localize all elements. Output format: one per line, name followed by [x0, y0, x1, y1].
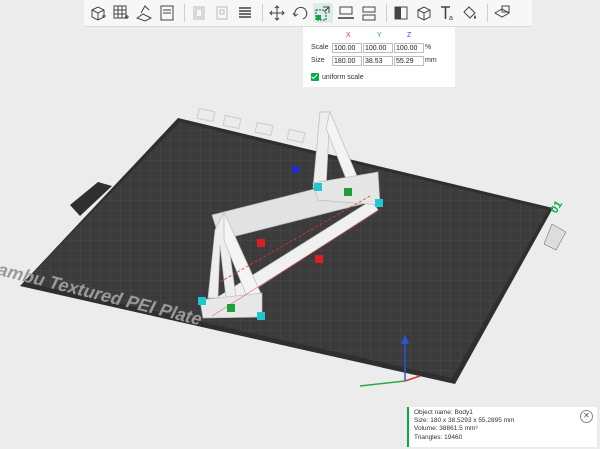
scale-corner-2[interactable]	[257, 312, 265, 320]
scale-panel: X Y Z Scale % Size mm uniform scale	[303, 27, 455, 87]
scale-handle-x-neg[interactable]	[257, 239, 265, 247]
uniform-scale-checkbox[interactable]	[311, 73, 319, 81]
plate-settings-button[interactable]	[157, 3, 177, 23]
copy-icon	[193, 6, 205, 20]
object-volume: Volume: 38861.5 mm³	[414, 425, 478, 433]
text-button[interactable]: a	[437, 3, 457, 23]
assembly-button[interactable]	[492, 3, 512, 23]
lay-face-icon	[338, 6, 354, 19]
uniform-scale-label: uniform scale	[322, 73, 364, 81]
plate-number[interactable]: 01	[548, 199, 565, 216]
layers-button[interactable]	[235, 3, 255, 23]
object-triangles: Triangles: 19460	[414, 433, 463, 441]
scale-label: Scale	[311, 44, 329, 51]
size-z-input[interactable]	[394, 56, 424, 66]
svg-text:a: a	[449, 15, 453, 22]
size-y-input[interactable]	[363, 56, 393, 66]
toolbar-separator	[262, 4, 263, 22]
scale-z-input[interactable]	[394, 43, 424, 53]
close-icon[interactable]: ✕	[580, 410, 593, 423]
axis-y-label: Y	[377, 32, 382, 39]
grid-icon	[113, 5, 129, 19]
cut-button[interactable]	[359, 3, 379, 23]
cut-icon	[362, 6, 376, 21]
add-object-button[interactable]	[88, 3, 108, 23]
move-icon	[269, 5, 285, 21]
scale-handle-y-neg[interactable]	[227, 304, 235, 312]
object-name: Object name: Body1	[414, 409, 473, 416]
scale-handle-z[interactable]	[292, 166, 299, 173]
scale-icon	[315, 6, 330, 21]
cube-icon	[417, 6, 431, 21]
scale-handle-x-pos[interactable]	[315, 255, 323, 263]
plate-icon	[160, 5, 174, 21]
color-paint-button[interactable]	[460, 3, 480, 23]
paint-bucket-icon	[463, 6, 476, 19]
rotate-icon	[292, 6, 308, 20]
rotate-button[interactable]	[290, 3, 310, 23]
paste-icon	[216, 6, 228, 20]
scale-y-input[interactable]	[363, 43, 393, 53]
boolean-icon	[394, 6, 408, 20]
size-label: Size	[311, 57, 325, 64]
scale-unit: %	[425, 44, 432, 51]
text-icon: a	[441, 6, 453, 22]
toolbar-separator	[386, 4, 387, 22]
toolbar-separator	[184, 4, 185, 22]
copy-button[interactable]	[189, 3, 209, 23]
arrange-button[interactable]	[111, 3, 131, 23]
scale-handle-y-pos[interactable]	[344, 188, 352, 196]
plate-grid	[24, 122, 548, 378]
cube-plus-icon	[91, 6, 106, 21]
scale-corner-1[interactable]	[198, 297, 206, 305]
scale-x-input[interactable]	[332, 43, 362, 53]
move-button[interactable]	[267, 3, 287, 23]
lay-on-face-button[interactable]	[336, 3, 356, 23]
auto-orient-button[interactable]	[134, 3, 154, 23]
orient-icon	[135, 5, 153, 22]
viewport-3d[interactable]: Bambu Textured PEI Plate 01	[0, 0, 600, 449]
layers-icon	[239, 7, 251, 18]
paste-button[interactable]	[212, 3, 232, 23]
main-toolbar: a	[84, 0, 532, 27]
toolbar-separator	[487, 4, 488, 22]
assembly-icon	[493, 5, 511, 18]
axis-z-label: Z	[407, 32, 412, 39]
support-paint-button[interactable]	[414, 3, 434, 23]
size-unit: mm	[425, 57, 437, 64]
plate-handle-right	[543, 223, 567, 251]
axis-x-label: X	[346, 32, 351, 39]
object-info-panel: Object name: Body1 Size: 180 x 38.5293 x…	[407, 407, 597, 447]
scale-button[interactable]	[313, 3, 333, 23]
size-x-input[interactable]	[332, 56, 362, 66]
scale-corner-3[interactable]	[314, 183, 322, 191]
object-size: Size: 180 x 38.5293 x 55.2895 mm	[414, 417, 515, 425]
uniform-scale-toggle[interactable]: uniform scale	[311, 73, 364, 81]
scale-corner-4[interactable]	[375, 199, 383, 207]
mesh-boolean-button[interactable]	[391, 3, 411, 23]
